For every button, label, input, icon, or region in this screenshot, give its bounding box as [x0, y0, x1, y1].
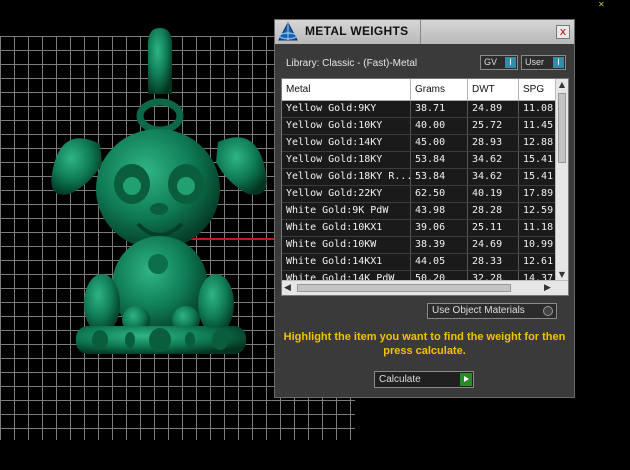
cell-grams: 45.00	[411, 135, 468, 151]
horizontal-scrollbar[interactable]: ◀ ▶	[282, 280, 568, 295]
instructions-text: Highlight the item you want to find the …	[283, 331, 566, 357]
user-indicator: I	[553, 57, 564, 68]
panel-titlebar[interactable]: METAL WEIGHTS x	[275, 20, 574, 44]
column-header-metal[interactable]: Metal	[282, 79, 411, 100]
play-icon	[460, 373, 472, 386]
user-toggle[interactable]: User I	[521, 55, 566, 70]
cell-grams: 39.06	[411, 220, 468, 236]
metal-table[interactable]: Metal Grams DWT SPG Yellow Gold:9KY 38.71…	[281, 78, 569, 296]
column-header-spg[interactable]: SPG	[519, 79, 557, 100]
cell-spg: 12.88	[519, 135, 557, 151]
cell-dwt: 28.93	[468, 135, 519, 151]
table-row[interactable]: White Gold:14KX1 44.05 28.33 12.61	[282, 254, 557, 271]
cell-dwt: 34.62	[468, 152, 519, 168]
use-object-materials-radio[interactable]	[543, 306, 553, 316]
cell-metal: Yellow Gold:22KY	[282, 186, 411, 202]
table-row[interactable]: White Gold:10KX1 39.06 25.11 11.18	[282, 220, 557, 237]
cell-dwt: 34.62	[468, 169, 519, 185]
app-logo-icon	[278, 21, 298, 41]
vertical-scroll-thumb[interactable]	[558, 93, 566, 163]
cell-grams: 62.50	[411, 186, 468, 202]
vertical-scrollbar[interactable]: ▲ ▼	[555, 79, 568, 281]
scroll-right-icon[interactable]: ▶	[544, 282, 554, 294]
column-header-grams[interactable]: Grams	[411, 79, 468, 100]
cell-dwt: 28.33	[468, 254, 519, 270]
cell-spg: 15.41	[519, 152, 557, 168]
cell-dwt: 24.89	[468, 101, 519, 117]
cell-grams: 53.84	[411, 169, 468, 185]
cell-grams: 43.98	[411, 203, 468, 219]
calculate-button[interactable]: Calculate	[374, 371, 474, 388]
table-body: Yellow Gold:9KY 38.71 24.89 11.08 Yellow Gol…	[282, 101, 557, 288]
cell-metal: Yellow Gold:10KY	[282, 118, 411, 134]
cell-grams: 38.39	[411, 237, 468, 253]
gv-indicator: I	[505, 57, 516, 68]
cell-spg: 10.99	[519, 237, 557, 253]
panel-title: METAL WEIGHTS	[305, 24, 409, 38]
cell-grams: 53.84	[411, 152, 468, 168]
table-row[interactable]: Yellow Gold:18KY 53.84 34.62 15.41	[282, 152, 557, 169]
cell-metal: White Gold:10KW	[282, 237, 411, 253]
table-row[interactable]: Yellow Gold:14KY 45.00 28.93 12.88	[282, 135, 557, 152]
user-label: User	[525, 57, 545, 67]
table-row[interactable]: Yellow Gold:22KY 62.50 40.19 17.89	[282, 186, 557, 203]
library-label: Library: Classic - (Fast)-Metal	[286, 58, 418, 69]
table-row[interactable]: White Gold:10KW 38.39 24.69 10.99	[282, 237, 557, 254]
dog-pendant-model[interactable]	[40, 24, 270, 364]
cell-spg: 12.61	[519, 254, 557, 270]
table-row[interactable]: Yellow Gold:10KY 40.00 25.72 11.45	[282, 118, 557, 135]
scroll-down-icon[interactable]: ▼	[556, 270, 568, 280]
cell-metal: Yellow Gold:18KY	[282, 152, 411, 168]
cell-metal: White Gold:14KX1	[282, 254, 411, 270]
metal-weights-panel: METAL WEIGHTS x Library: Classic - (Fast…	[274, 19, 575, 398]
cell-grams: 38.71	[411, 101, 468, 117]
table-row[interactable]: Yellow Gold:18KY R... 53.84 34.62 15.41	[282, 169, 557, 186]
cell-dwt: 40.19	[468, 186, 519, 202]
cell-metal: Yellow Gold:18KY R...	[282, 169, 411, 185]
cell-metal: White Gold:10KX1	[282, 220, 411, 236]
cell-metal: White Gold:9K PdW	[282, 203, 411, 219]
calculate-label: Calculate	[379, 374, 421, 385]
viewport-corner-marker: ✕	[598, 0, 605, 9]
cell-spg: 17.89	[519, 186, 557, 202]
cell-dwt: 25.11	[468, 220, 519, 236]
cell-dwt: 24.69	[468, 237, 519, 253]
use-object-materials-label: Use Object Materials	[432, 305, 525, 316]
close-button[interactable]: x	[556, 25, 570, 39]
horizontal-scroll-thumb[interactable]	[297, 284, 511, 292]
cell-spg: 12.59	[519, 203, 557, 219]
scroll-left-icon[interactable]: ◀	[284, 282, 294, 294]
cell-metal: Yellow Gold:9KY	[282, 101, 411, 117]
cell-metal: Yellow Gold:14KY	[282, 135, 411, 151]
scroll-up-icon[interactable]: ▲	[556, 80, 568, 90]
table-row[interactable]: White Gold:9K PdW 43.98 28.28 12.59	[282, 203, 557, 220]
title-divider	[420, 20, 421, 44]
column-header-dwt[interactable]: DWT	[468, 79, 519, 100]
cell-spg: 15.41	[519, 169, 557, 185]
cell-dwt: 25.72	[468, 118, 519, 134]
cell-grams: 40.00	[411, 118, 468, 134]
close-icon: x	[559, 25, 567, 38]
table-row[interactable]: Yellow Gold:9KY 38.71 24.89 11.08	[282, 101, 557, 118]
gv-toggle[interactable]: GV I	[480, 55, 518, 70]
use-object-materials-option[interactable]: Use Object Materials	[427, 303, 557, 319]
gv-label: GV	[484, 57, 498, 67]
cell-grams: 44.05	[411, 254, 468, 270]
table-header: Metal Grams DWT SPG	[282, 79, 557, 101]
cell-dwt: 28.28	[468, 203, 519, 219]
cell-spg: 11.08	[519, 101, 557, 117]
cell-spg: 11.45	[519, 118, 557, 134]
cell-spg: 11.18	[519, 220, 557, 236]
